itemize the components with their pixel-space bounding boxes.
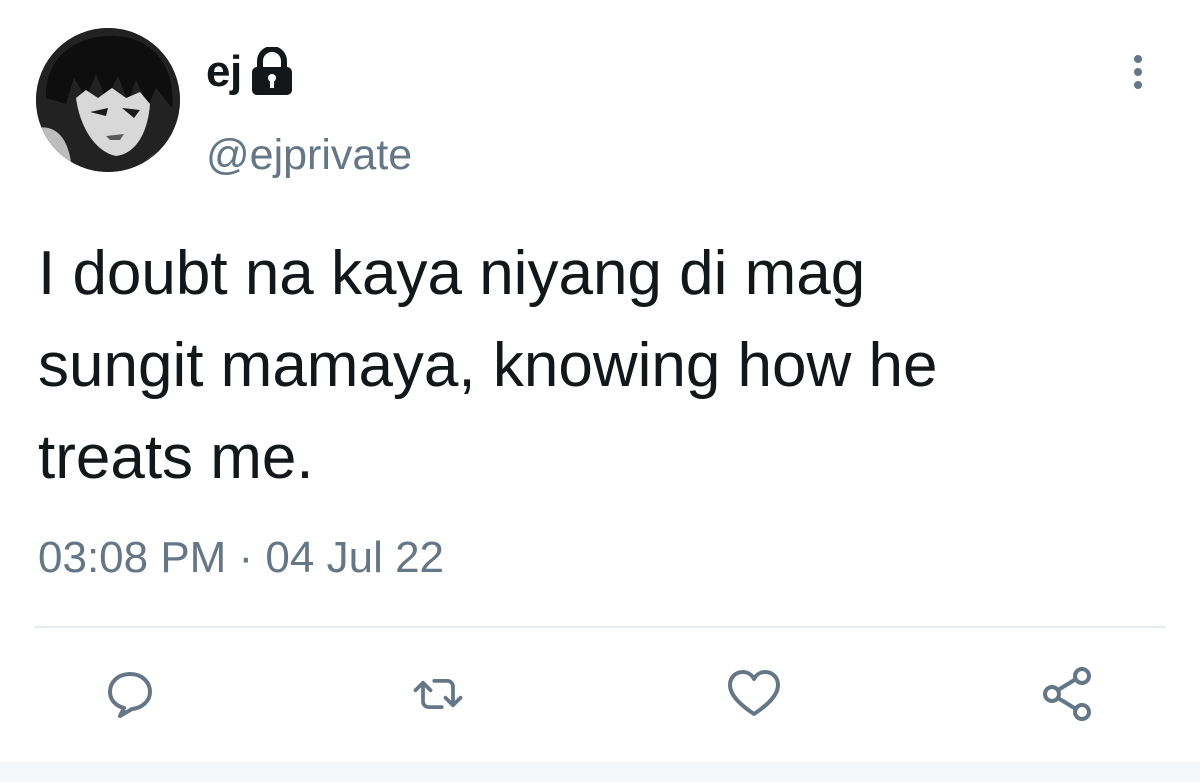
anime-character-avatar-image <box>36 28 180 172</box>
user-handle[interactable]: @ejprivate <box>206 134 412 177</box>
retweet-button[interactable] <box>408 664 468 724</box>
user-name-row: ej <box>206 40 296 104</box>
tweet-timestamp[interactable]: 03:08 PM · 04 Jul 22 <box>38 536 444 580</box>
share-button[interactable] <box>1038 664 1098 724</box>
tweet-text: I doubt na kaya niyang di mag sungit mam… <box>38 239 938 492</box>
avatar[interactable] <box>36 28 180 172</box>
more-vertical-icon[interactable] <box>1120 50 1156 100</box>
share-icon <box>1043 667 1091 721</box>
lock-icon <box>248 46 296 97</box>
retweet-icon <box>413 679 463 709</box>
divider <box>34 626 1166 628</box>
display-name[interactable]: ej <box>206 50 242 94</box>
comment-icon <box>108 672 152 718</box>
bottom-divider <box>0 762 1200 782</box>
reply-button[interactable] <box>100 664 160 724</box>
like-button[interactable] <box>724 664 784 724</box>
tweet-card: ej @ejprivate I doubt na kaya niyang di … <box>0 0 1200 782</box>
heart-icon <box>728 670 780 716</box>
